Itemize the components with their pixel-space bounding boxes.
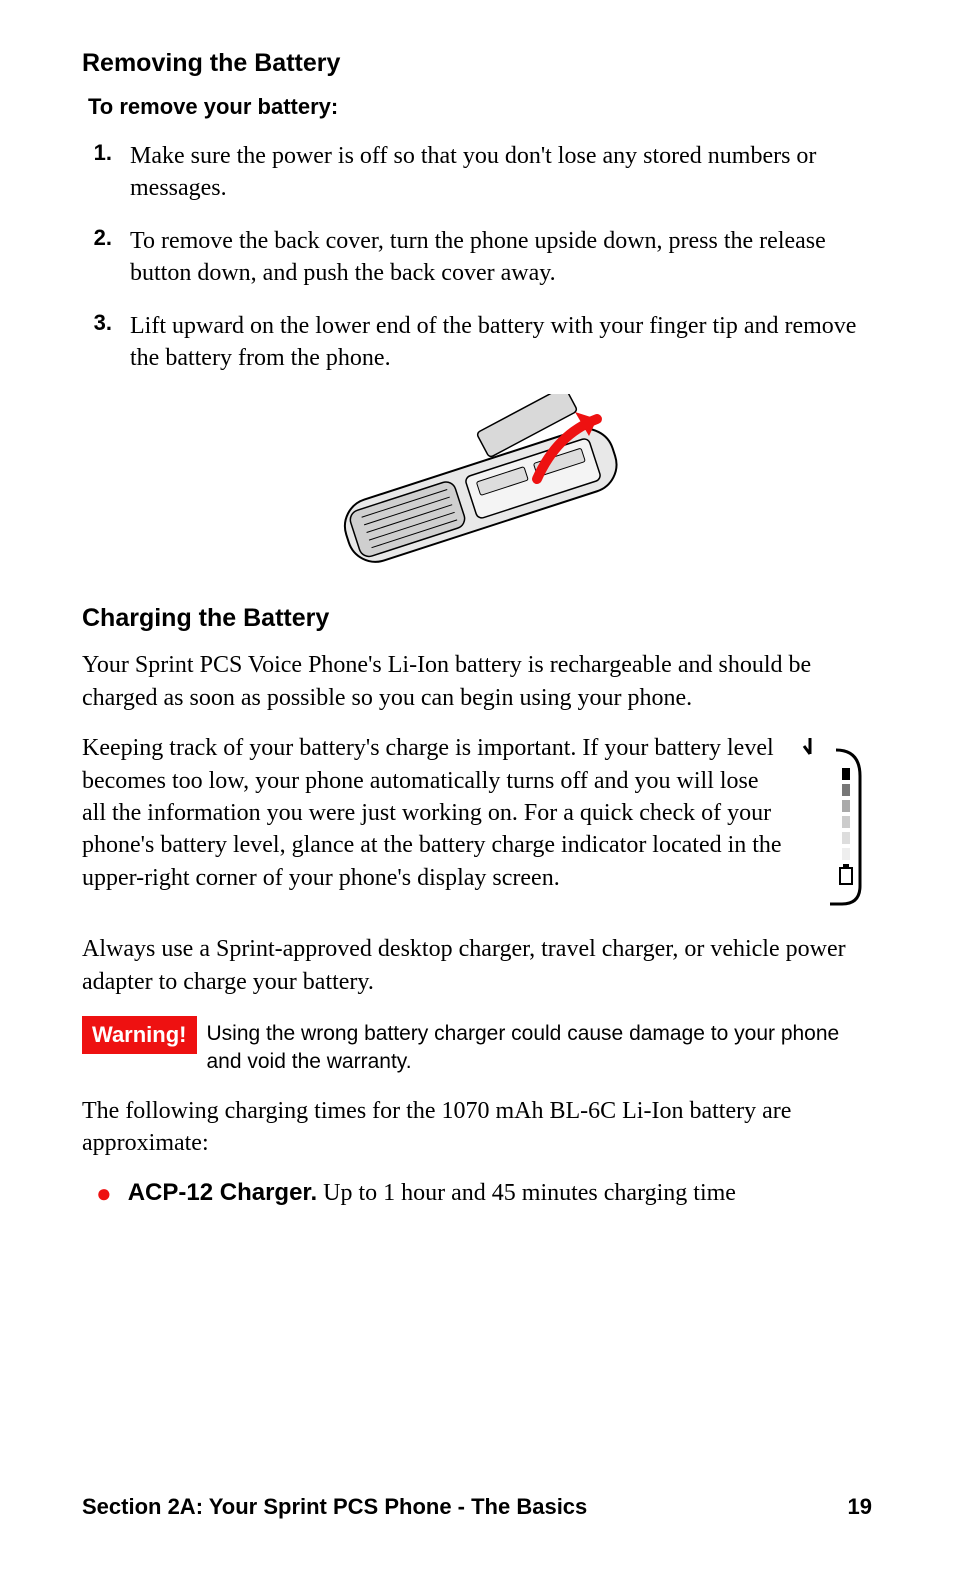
battery-indicator-icon — [802, 736, 872, 915]
paragraph: Keeping track of your battery's charge i… — [82, 732, 784, 894]
page: Removing the Battery To remove your batt… — [0, 0, 954, 1590]
bullet-content: ACP-12 Charger. Up to 1 hour and 45 minu… — [128, 1177, 736, 1209]
step-item: 2. To remove the back cover, turn the ph… — [82, 225, 872, 290]
paragraph: Always use a Sprint-approved desktop cha… — [82, 933, 872, 998]
step-text: Make sure the power is off so that you d… — [130, 140, 872, 205]
warning-box: Warning! Using the wrong battery charger… — [82, 1016, 872, 1077]
bullet-list: ● ACP-12 Charger. Up to 1 hour and 45 mi… — [82, 1177, 872, 1209]
step-item: 3. Lift upward on the lower end of the b… — [82, 310, 872, 375]
heading-removing-battery: Removing the Battery — [82, 48, 872, 78]
step-text: Lift upward on the lower end of the batt… — [130, 310, 872, 375]
warning-label: Warning! — [82, 1016, 197, 1054]
phone-battery-illustration-icon — [297, 394, 657, 574]
step-number: 1. — [82, 140, 130, 166]
intro-remove-battery: To remove your battery: — [88, 94, 872, 120]
footer-page-number: 19 — [848, 1494, 872, 1520]
paragraph: The following charging times for the 107… — [82, 1095, 872, 1160]
step-number: 2. — [82, 225, 130, 251]
bullet-text: Up to 1 hour and 45 minutes charging tim… — [317, 1180, 736, 1206]
heading-charging-battery: Charging the Battery — [82, 603, 872, 633]
bullet-item: ● ACP-12 Charger. Up to 1 hour and 45 mi… — [82, 1177, 872, 1209]
illustration-remove-battery — [82, 394, 872, 579]
bullet-label: ACP-12 Charger. — [128, 1179, 317, 1206]
step-item: 1. Make sure the power is off so that yo… — [82, 140, 872, 205]
step-number: 3. — [82, 310, 130, 336]
paragraph: Your Sprint PCS Voice Phone's Li-Ion bat… — [82, 649, 872, 714]
footer-section: Section 2A: Your Sprint PCS Phone - The … — [82, 1494, 587, 1520]
bullet-dot-icon: ● — [96, 1181, 112, 1207]
page-footer: Section 2A: Your Sprint PCS Phone - The … — [82, 1494, 872, 1520]
warning-text: Using the wrong battery charger could ca… — [207, 1016, 873, 1077]
row-para-indicator: Keeping track of your battery's charge i… — [82, 732, 872, 915]
step-text: To remove the back cover, turn the phone… — [130, 225, 872, 290]
steps-list: 1. Make sure the power is off so that yo… — [82, 140, 872, 374]
